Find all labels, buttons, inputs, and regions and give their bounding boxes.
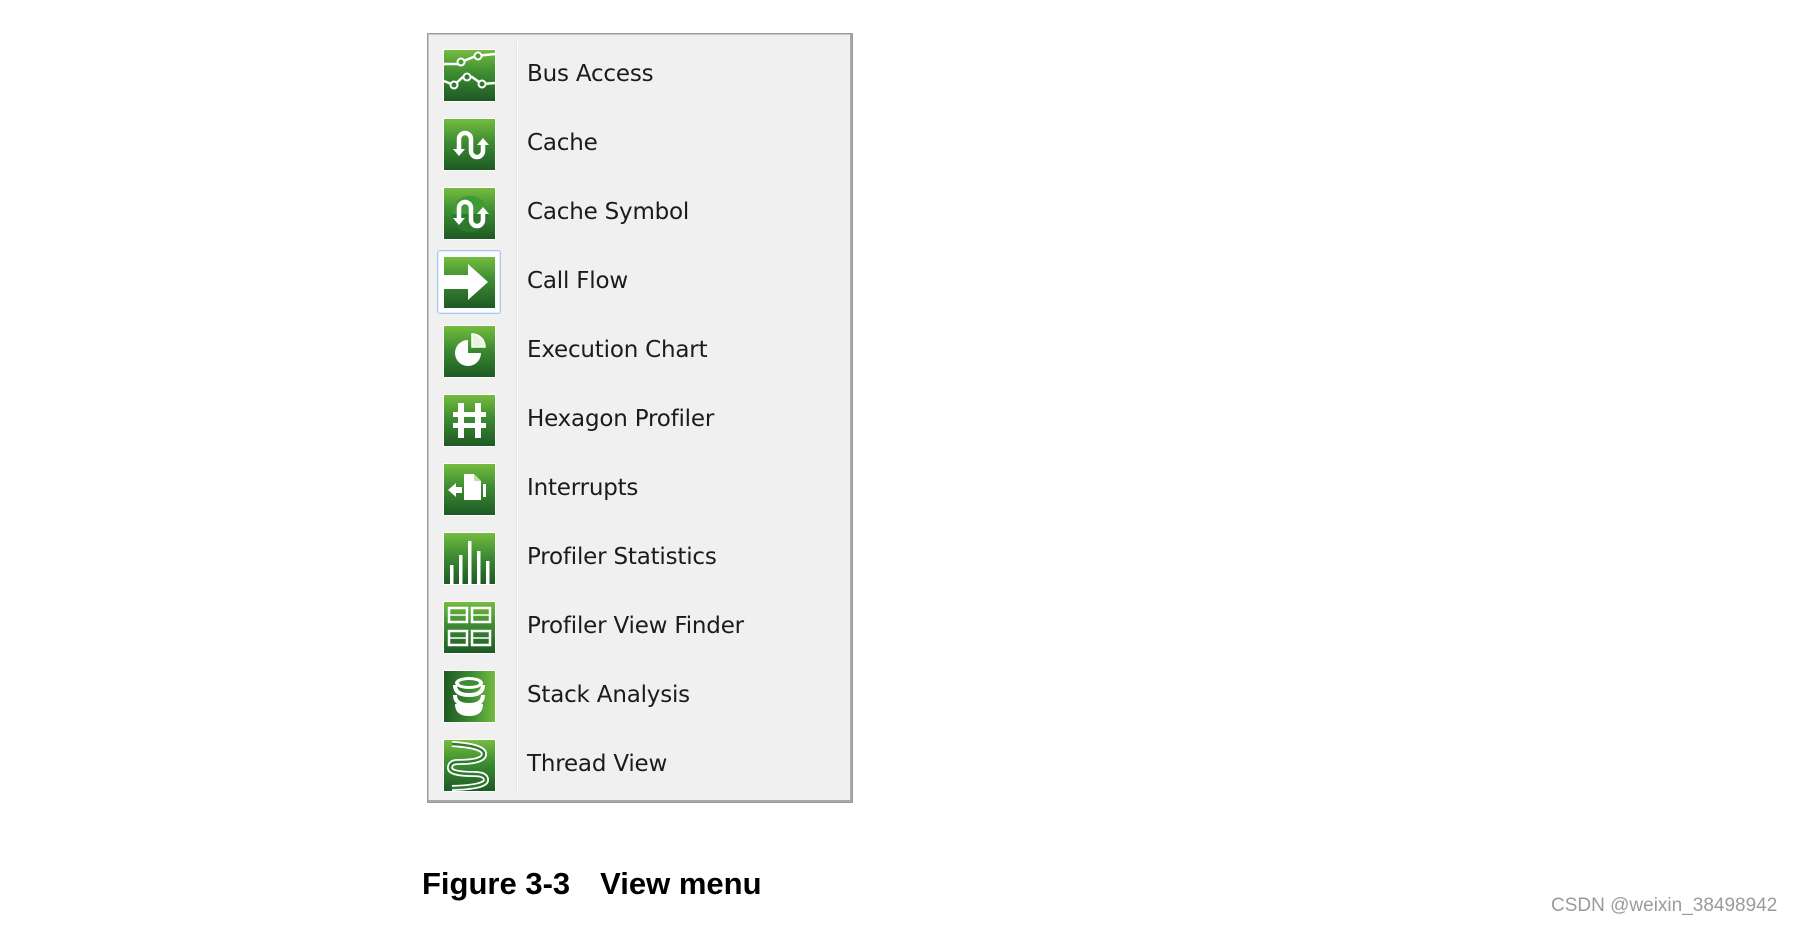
menu-item-label: Stack Analysis xyxy=(527,682,690,708)
menu-item-hexagon-profiler[interactable]: Hexagon Profiler xyxy=(430,385,850,454)
menu-item-profiler-statistics[interactable]: Profiler Statistics xyxy=(430,523,850,592)
profiler-statistics-icon xyxy=(444,533,495,584)
figure-number: Figure 3-3 xyxy=(422,866,571,901)
menu-item-interrupts[interactable]: Interrupts xyxy=(430,454,850,523)
focus-highlight xyxy=(437,250,501,314)
stack-analysis-icon xyxy=(444,671,495,722)
cache-icon xyxy=(444,119,495,170)
menu-item-label: Profiler Statistics xyxy=(527,544,717,570)
interrupts-icon xyxy=(444,464,495,515)
menu-item-label: Call Flow xyxy=(527,268,628,294)
menu-item-profiler-view-finder[interactable]: Profiler View Finder xyxy=(430,592,850,661)
menu-shadow-right xyxy=(850,34,852,802)
menu-item-bus-access[interactable]: Bus Access xyxy=(430,40,850,109)
menu-item-label: Cache Symbol xyxy=(527,199,690,225)
figure-caption: Figure 3-3 View menu xyxy=(422,866,762,902)
menu-item-cache[interactable]: Cache xyxy=(430,109,850,178)
figure-title: View menu xyxy=(600,866,762,901)
menu-item-execution-chart[interactable]: Execution Chart xyxy=(430,316,850,385)
call-flow-icon xyxy=(444,257,495,308)
menu-shadow-bottom xyxy=(428,800,852,802)
profiler-view-finder-icon xyxy=(444,602,495,653)
menu-item-label: Thread View xyxy=(527,751,668,777)
menu-item-label: Cache xyxy=(527,130,598,156)
menu-item-stack-analysis[interactable]: Stack Analysis xyxy=(430,661,850,730)
bus-access-icon xyxy=(444,50,495,101)
execution-chart-icon xyxy=(444,326,495,377)
menu-item-call-flow[interactable]: Call Flow xyxy=(430,247,850,316)
menu-item-label: Bus Access xyxy=(527,61,654,87)
menu-item-label: Hexagon Profiler xyxy=(527,406,715,432)
menu-item-label: Execution Chart xyxy=(527,337,708,363)
view-menu: Bus Access Cache Cache Symbol Call Flow … xyxy=(427,33,853,803)
menu-item-thread-view[interactable]: Thread View xyxy=(430,730,850,799)
menu-item-label: Profiler View Finder xyxy=(527,613,744,639)
watermark: CSDN @weixin_38498942 xyxy=(1551,895,1778,916)
menu-item-label: Interrupts xyxy=(527,475,639,501)
thread-view-icon xyxy=(444,740,495,791)
cache-symbol-icon xyxy=(444,188,495,239)
menu-item-cache-symbol[interactable]: Cache Symbol xyxy=(430,178,850,247)
hexagon-profiler-icon xyxy=(444,395,495,446)
